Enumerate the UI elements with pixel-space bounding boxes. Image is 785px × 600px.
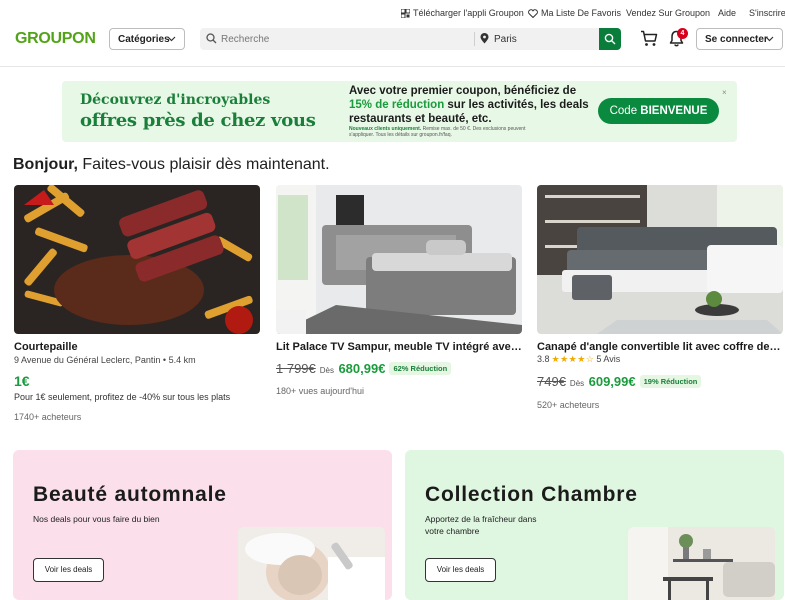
deal-description: Pour 1€ seulement, profitez de -40% sur … xyxy=(14,392,231,402)
promo-banner[interactable]: Découvrez d'incroyables offres près de c… xyxy=(62,81,737,142)
sell-link[interactable]: Vendez Sur Groupon xyxy=(626,8,710,18)
old-price: 749€ xyxy=(537,374,566,389)
utility-bar: Télécharger l'appli Groupon Ma Liste De … xyxy=(0,0,785,24)
collection-title: Collection Chambre xyxy=(425,483,638,506)
deal-views: 180+ vues aujourd'hui xyxy=(276,386,365,396)
deal-rating: 3.8 ★★★★☆ 5 Avis xyxy=(537,354,620,365)
deal-location: 9 Avenue du Général Leclerc, Pantin • 5.… xyxy=(14,355,196,365)
banner-headline-line1: Découvrez d'incroyables xyxy=(80,92,271,108)
location-pin-icon xyxy=(480,33,489,44)
review-count: 5 Avis xyxy=(596,354,621,364)
notification-badge: 4 xyxy=(677,28,688,39)
new-price: 680,99€ xyxy=(338,361,386,376)
old-price: 1 799€ xyxy=(276,361,316,376)
chevron-down-icon xyxy=(167,36,176,42)
deal-pricing: 749€ Dès 609,99€ 19% Réduction xyxy=(537,373,702,391)
collection-description: Apportez de la fraîcheur dans votre cham… xyxy=(425,514,537,536)
deal-buyers: 1740+ acheteurs xyxy=(14,412,82,422)
price-from-label: Dès xyxy=(569,379,585,388)
greeting-heading: Bonjour, Faites-vous plaisir dès mainten… xyxy=(13,156,330,174)
collection-description: Nos deals pour vous faire du bien xyxy=(33,514,160,524)
collection-bedroom[interactable]: Collection Chambre Apportez de la fraîch… xyxy=(405,450,784,600)
banner-offer-text: Avec votre premier coupon, bénéficiez de… xyxy=(349,84,599,126)
collection-title: Beauté automnale xyxy=(33,483,227,506)
location-input[interactable]: Paris xyxy=(494,34,517,45)
search-icon xyxy=(604,33,616,45)
login-label: Se connecter xyxy=(705,34,768,45)
deal-image-bed[interactable] xyxy=(276,185,522,334)
new-price: 609,99€ xyxy=(588,374,636,389)
qr-code-icon xyxy=(401,9,410,18)
collection-image-facial xyxy=(238,527,385,600)
deal-image-steak[interactable] xyxy=(14,185,260,334)
banner-offer-a: Avec votre premier coupon, bénéficiez de xyxy=(349,85,577,97)
living-room-photo xyxy=(628,527,775,600)
deal-card[interactable]: Courtepaille 9 Avenue du Général Leclerc… xyxy=(14,185,260,422)
deal-title[interactable]: Canapé d'angle convertible lit avec coff… xyxy=(537,341,783,353)
deal-title[interactable]: Courtepaille xyxy=(14,341,260,353)
steak-photo xyxy=(14,185,260,334)
discount-badge: 19% Réduction xyxy=(639,375,702,388)
groupon-logo[interactable]: GROUPON xyxy=(15,30,96,48)
download-app-label: Télécharger l'appli Groupon xyxy=(413,8,524,18)
deal-card[interactable]: Canapé d'angle convertible lit avec coff… xyxy=(537,185,783,410)
deal-card[interactable]: Lit Palace TV Sampur, meuble TV intégré … xyxy=(276,185,522,396)
rating-value: 3.8 xyxy=(537,354,550,364)
banner-headline-line2: offres près de chez vous xyxy=(80,110,316,131)
search-submit-button[interactable] xyxy=(599,28,621,50)
login-button[interactable]: Se connecter xyxy=(696,28,783,50)
search-input[interactable] xyxy=(221,31,471,47)
download-app-link[interactable]: Télécharger l'appli Groupon xyxy=(401,8,524,18)
discount-badge: 62% Réduction xyxy=(389,362,452,375)
collection-image-living-room xyxy=(628,527,775,600)
search-bar: Paris xyxy=(200,28,621,50)
search-icon xyxy=(206,33,217,44)
categories-button[interactable]: Catégories xyxy=(109,28,185,50)
favorites-link[interactable]: Ma Liste De Favoris xyxy=(528,8,621,18)
help-link[interactable]: Aide xyxy=(718,8,736,18)
see-deals-button[interactable]: Voir les deals xyxy=(425,558,496,582)
banner-close-button[interactable]: × xyxy=(722,88,727,97)
sofa-photo xyxy=(537,185,783,334)
favorites-label: Ma Liste De Favoris xyxy=(541,8,622,18)
search-divider xyxy=(474,32,475,46)
promo-code-button[interactable]: Code BIENVENUE xyxy=(598,98,719,124)
cart-icon[interactable] xyxy=(640,30,658,47)
deal-buyers: 520+ acheteurs xyxy=(537,400,600,410)
facial-photo xyxy=(238,527,385,600)
deal-image-sofa[interactable] xyxy=(537,185,783,334)
header-divider xyxy=(0,66,785,67)
chevron-down-icon xyxy=(765,36,774,42)
see-deals-button[interactable]: Voir les deals xyxy=(33,558,104,582)
categories-label: Catégories xyxy=(118,34,170,45)
greeting-bold: Bonjour, xyxy=(13,156,78,173)
banner-fine-print: Nouveaux clients uniquement. Remise max.… xyxy=(349,126,534,138)
signup-link[interactable]: S'inscrire xyxy=(749,8,785,18)
bed-photo xyxy=(276,185,522,334)
greeting-rest: Faites-vous plaisir dès maintenant. xyxy=(77,156,330,173)
heart-icon xyxy=(528,9,538,18)
price-from-label: Dès xyxy=(319,366,334,375)
promo-code-prefix: Code xyxy=(609,105,641,117)
collection-beauty[interactable]: Beauté automnale Nos deals pour vous fai… xyxy=(13,450,392,600)
deal-price: 1€ xyxy=(14,373,30,389)
banner-offer-highlight: 15% de réduction xyxy=(349,99,445,111)
deal-title[interactable]: Lit Palace TV Sampur, meuble TV intégré … xyxy=(276,341,522,353)
deal-pricing: 1 799€ Dès 680,99€ 62% Réduction xyxy=(276,360,452,378)
promo-code: BIENVENUE xyxy=(640,105,708,117)
star-rating-icon: ★★★★☆ xyxy=(551,354,595,364)
